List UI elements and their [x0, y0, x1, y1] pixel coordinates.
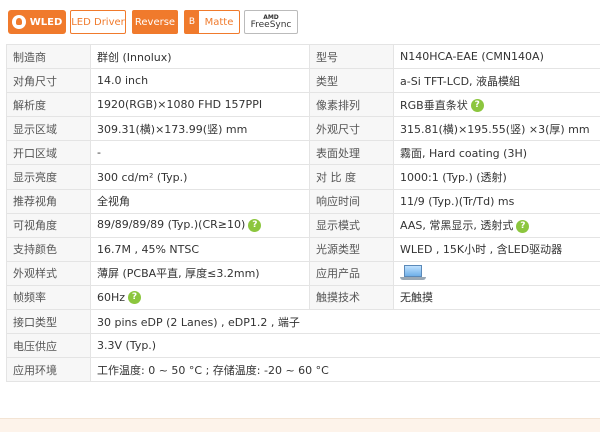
spec-label: 接口类型	[6, 309, 91, 335]
led-driver-badge-label: LED Driver	[71, 16, 125, 28]
spec-value: a-Si TFT-LCD, 液晶模組	[393, 68, 600, 94]
spec-value: 89/89/89/89 (Typ.)(CR≥10)	[97, 218, 246, 232]
table-row: 开口区域 - 表面处理 霧面, Hard coating (3H)	[6, 140, 600, 166]
spec-label: 解析度	[6, 92, 91, 118]
spec-label: 表面处理	[309, 140, 394, 166]
spec-label: 光源类型	[309, 236, 394, 262]
spec-value: 60Hz	[97, 290, 126, 304]
spec-value-cell: 60Hz?	[90, 284, 310, 311]
spec-value: 无触摸	[393, 284, 600, 311]
spec-value: 300 cd/m² (Typ.)	[90, 164, 310, 190]
spec-value: N140HCA-EAE (CMN140A)	[393, 43, 600, 70]
spec-table: 制造商 群创 (Innolux) 型号 N140HCA-EAE (CMN140A…	[6, 43, 600, 383]
table-row: 推荐视角 全视角 响应时间 11/9 (Typ.)(Tr/Td) ms	[6, 188, 600, 214]
freesync-label: FreeSync	[250, 19, 292, 30]
table-row: 应用环境 工作温度: 0 ~ 50 °C ; 存储温度: -20 ~ 60 °C	[6, 357, 600, 383]
spec-label: 可视角度	[6, 212, 91, 238]
spec-label: 开口区域	[6, 140, 91, 166]
spec-label: 应用产品	[309, 260, 394, 286]
spec-value: 16.7M , 45% NTSC	[90, 236, 310, 262]
table-row: 解析度 1920(RGB)×1080 FHD 157PPI 像素排列 RGB垂直…	[6, 92, 600, 118]
help-icon[interactable]: ?	[516, 219, 530, 233]
led-driver-badge: LED Driver	[70, 10, 126, 34]
spec-value: RGB垂直条状	[400, 98, 468, 112]
spec-value: 315.81(横)×195.55(竖) ×3(厚) mm	[393, 116, 600, 142]
spec-label: 显示模式	[309, 212, 394, 238]
spec-value: 30 pins eDP (2 Lanes) , eDP1.2 , 端子	[90, 309, 600, 335]
table-row: 接口类型 30 pins eDP (2 Lanes) , eDP1.2 , 端子	[6, 309, 600, 335]
table-row: 显示区域 309.31(横)×173.99(竖) mm 外观尺寸 315.81(…	[6, 116, 600, 142]
spec-value: 14.0 inch	[90, 68, 310, 94]
spec-label: 型号	[309, 43, 394, 70]
help-icon[interactable]: ?	[470, 99, 484, 113]
spec-value: 3.3V (Typ.)	[90, 333, 600, 359]
table-row: 帧频率 60Hz? 触摸技术 无触摸	[6, 284, 600, 311]
spec-label: 触摸技术	[309, 284, 394, 311]
table-row: 可视角度 89/89/89/89 (Typ.)(CR≥10)? 显示模式 AAS…	[6, 212, 600, 238]
table-row: 制造商 群创 (Innolux) 型号 N140HCA-EAE (CMN140A…	[6, 43, 600, 70]
spec-value: 11/9 (Typ.)(Tr/Td) ms	[393, 188, 600, 214]
spec-label: 像素排列	[309, 92, 394, 118]
spec-label: 外观尺寸	[309, 116, 394, 142]
footer-strip	[0, 418, 600, 432]
spec-label: 电压供应	[6, 333, 91, 359]
spec-label: 制造商	[6, 43, 91, 70]
spec-value-cell: RGB垂直条状?	[393, 92, 600, 118]
spec-value: 工作温度: 0 ~ 50 °C ; 存储温度: -20 ~ 60 °C	[90, 357, 600, 383]
spec-value: 309.31(横)×173.99(竖) mm	[90, 116, 310, 142]
laptop-icon[interactable]	[400, 265, 426, 281]
table-row: 支持颜色 16.7M , 45% NTSC 光源类型 WLED , 15K小时 …	[6, 236, 600, 262]
spec-value-cell: 89/89/89/89 (Typ.)(CR≥10)?	[90, 212, 310, 238]
spec-value: 群创 (Innolux)	[90, 43, 310, 70]
wled-badge: WLED	[8, 10, 66, 34]
reverse-badge-label: Reverse	[134, 16, 176, 28]
spec-label: 推荐视角	[6, 188, 91, 214]
help-icon[interactable]: ?	[128, 291, 142, 305]
spec-value: WLED , 15K小时 , 含LED驱动器	[393, 236, 600, 262]
table-row: 显示亮度 300 cd/m² (Typ.) 对 比 度 1000:1 (Typ.…	[6, 164, 600, 190]
spec-label: 帧频率	[6, 284, 91, 311]
spec-value: 霧面, Hard coating (3H)	[393, 140, 600, 166]
matte-b-mark: B	[185, 11, 199, 33]
spec-label: 类型	[309, 68, 394, 94]
wled-badge-label: WLED	[29, 16, 63, 28]
spec-label: 显示区域	[6, 116, 91, 142]
application-product-cell	[393, 260, 600, 286]
spec-label: 显示亮度	[6, 164, 91, 190]
table-row: 外观样式 薄屏 (PCBA平直, 厚度≤3.2mm) 应用产品	[6, 260, 600, 286]
table-row: 对角尺寸 14.0 inch 类型 a-Si TFT-LCD, 液晶模組	[6, 68, 600, 94]
spec-value: 全视角	[90, 188, 310, 214]
spec-label: 应用环境	[6, 357, 91, 383]
feature-badges: WLED LED Driver Reverse B Matte AMD Free…	[0, 0, 600, 44]
help-icon[interactable]: ?	[248, 218, 262, 232]
spec-value: 薄屏 (PCBA平直, 厚度≤3.2mm)	[90, 260, 310, 286]
matte-badge: B Matte	[184, 10, 240, 34]
spec-label: 对角尺寸	[6, 68, 91, 94]
matte-badge-label: Matte	[204, 16, 234, 28]
spec-value: AAS, 常黑显示, 透射式	[400, 219, 514, 233]
table-row: 电压供应 3.3V (Typ.)	[6, 333, 600, 359]
spec-label: 支持颜色	[6, 236, 91, 262]
spec-value: -	[90, 140, 310, 166]
spec-value-cell: AAS, 常黑显示, 透射式?	[393, 212, 600, 238]
spec-value: 1000:1 (Typ.) (透射)	[393, 164, 600, 190]
spec-label: 响应时间	[309, 188, 394, 214]
spec-label: 对 比 度	[309, 164, 394, 190]
reverse-badge: Reverse	[132, 10, 178, 34]
freesync-badge: AMD FreeSync	[244, 10, 298, 34]
bulb-icon	[11, 15, 26, 29]
spec-label: 外观样式	[6, 260, 91, 286]
spec-value: 1920(RGB)×1080 FHD 157PPI	[90, 92, 310, 118]
